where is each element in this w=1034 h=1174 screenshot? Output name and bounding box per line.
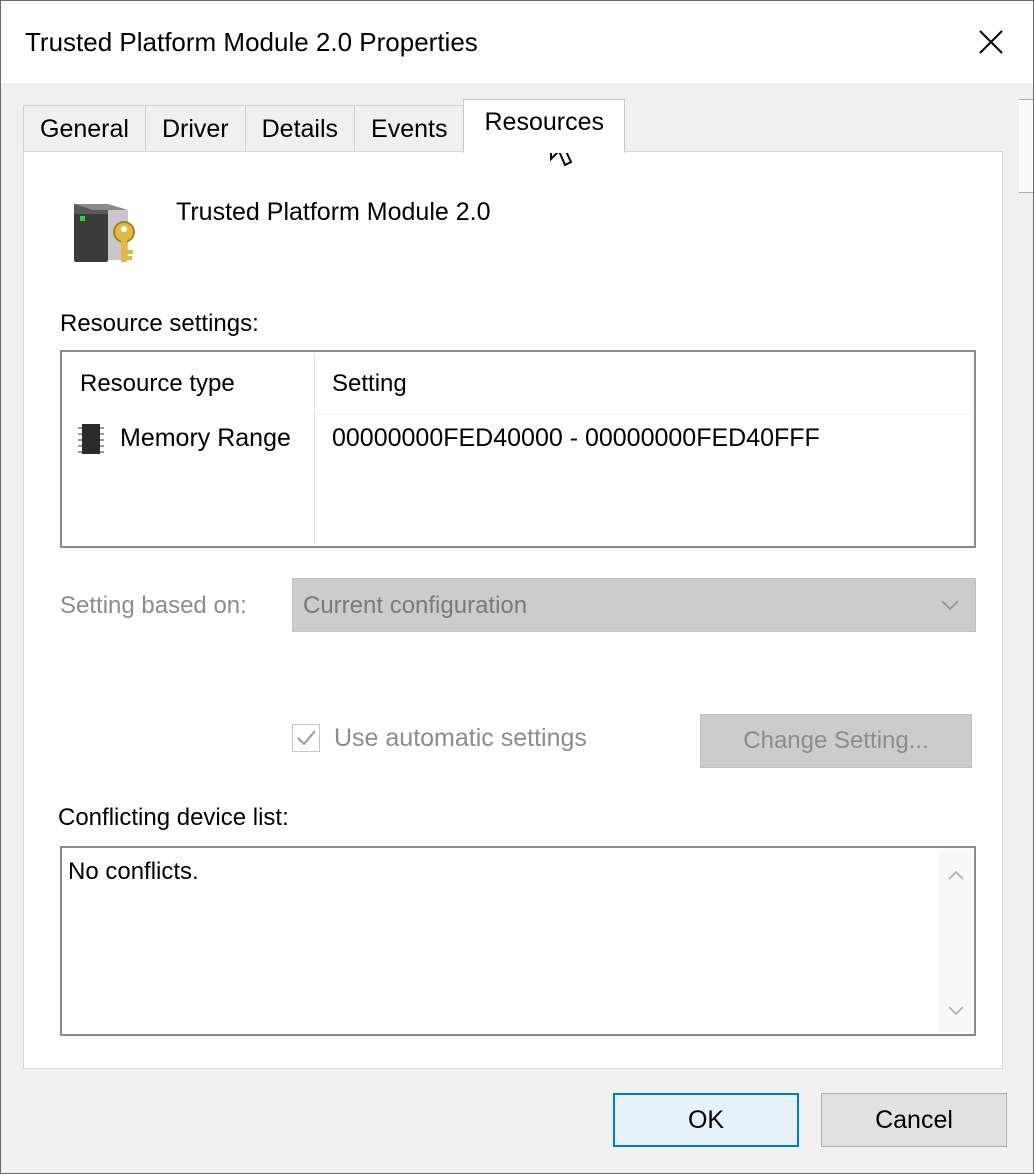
window-title: Trusted Platform Module 2.0 Properties [25, 27, 478, 57]
tab-resources[interactable]: Resources [463, 99, 625, 153]
close-button[interactable] [961, 15, 1021, 69]
chevron-down-icon [941, 600, 959, 611]
change-setting-button[interactable]: Change Setting... [700, 714, 972, 768]
column-divider[interactable] [314, 354, 315, 544]
header-separator [316, 414, 972, 415]
tab-events[interactable]: Events [354, 105, 465, 153]
resource-type-cell[interactable]: Memory Range [120, 424, 291, 453]
resource-settings-list[interactable]: Resource type Setting Memory Range 00000… [60, 350, 976, 548]
tab-driver[interactable]: Driver [144, 105, 246, 153]
tpm-device-icon [74, 204, 135, 262]
column-header-setting[interactable]: Setting [332, 370, 407, 398]
setting-based-on-label: Setting based on: [60, 592, 247, 619]
setting-based-on-select[interactable]: Current configuration [292, 578, 976, 632]
resources-panel: Trusted Platform Module 2.0 Resource set… [23, 151, 1003, 1069]
resource-settings-label: Resource settings: [60, 310, 259, 337]
scroll-up-icon[interactable] [947, 868, 965, 882]
memory-chip-icon [78, 424, 104, 454]
tab-strip: General Driver Details Events Resources [23, 99, 625, 153]
use-automatic-settings-checkbox[interactable] [292, 724, 320, 752]
cancel-button[interactable]: Cancel [821, 1093, 1007, 1147]
checkmark-icon [297, 730, 316, 746]
tab-general[interactable]: General [23, 105, 146, 153]
conflicts-scrollbar[interactable] [938, 850, 972, 1032]
tab-details[interactable]: Details [244, 105, 356, 153]
conflicting-device-list[interactable]: No conflicts. [60, 846, 976, 1036]
column-header-resource-type[interactable]: Resource type [80, 370, 235, 398]
properties-window: Trusted Platform Module 2.0 Properties G… [0, 0, 1034, 1174]
background-window-edge [1019, 99, 1033, 193]
close-icon [979, 30, 1003, 54]
conflicting-device-list-label: Conflicting device list: [58, 804, 289, 831]
device-name: Trusted Platform Module 2.0 [176, 198, 491, 226]
use-automatic-settings-label[interactable]: Use automatic settings [334, 724, 587, 753]
conflicts-text: No conflicts. [68, 858, 199, 885]
scroll-down-icon[interactable] [947, 1004, 965, 1018]
title-bar[interactable]: Trusted Platform Module 2.0 Properties [1, 1, 1033, 83]
setting-based-on-value: Current configuration [303, 592, 528, 619]
ok-button[interactable]: OK [613, 1093, 799, 1147]
resource-setting-cell[interactable]: 00000000FED40000 - 00000000FED40FFF [332, 424, 820, 453]
